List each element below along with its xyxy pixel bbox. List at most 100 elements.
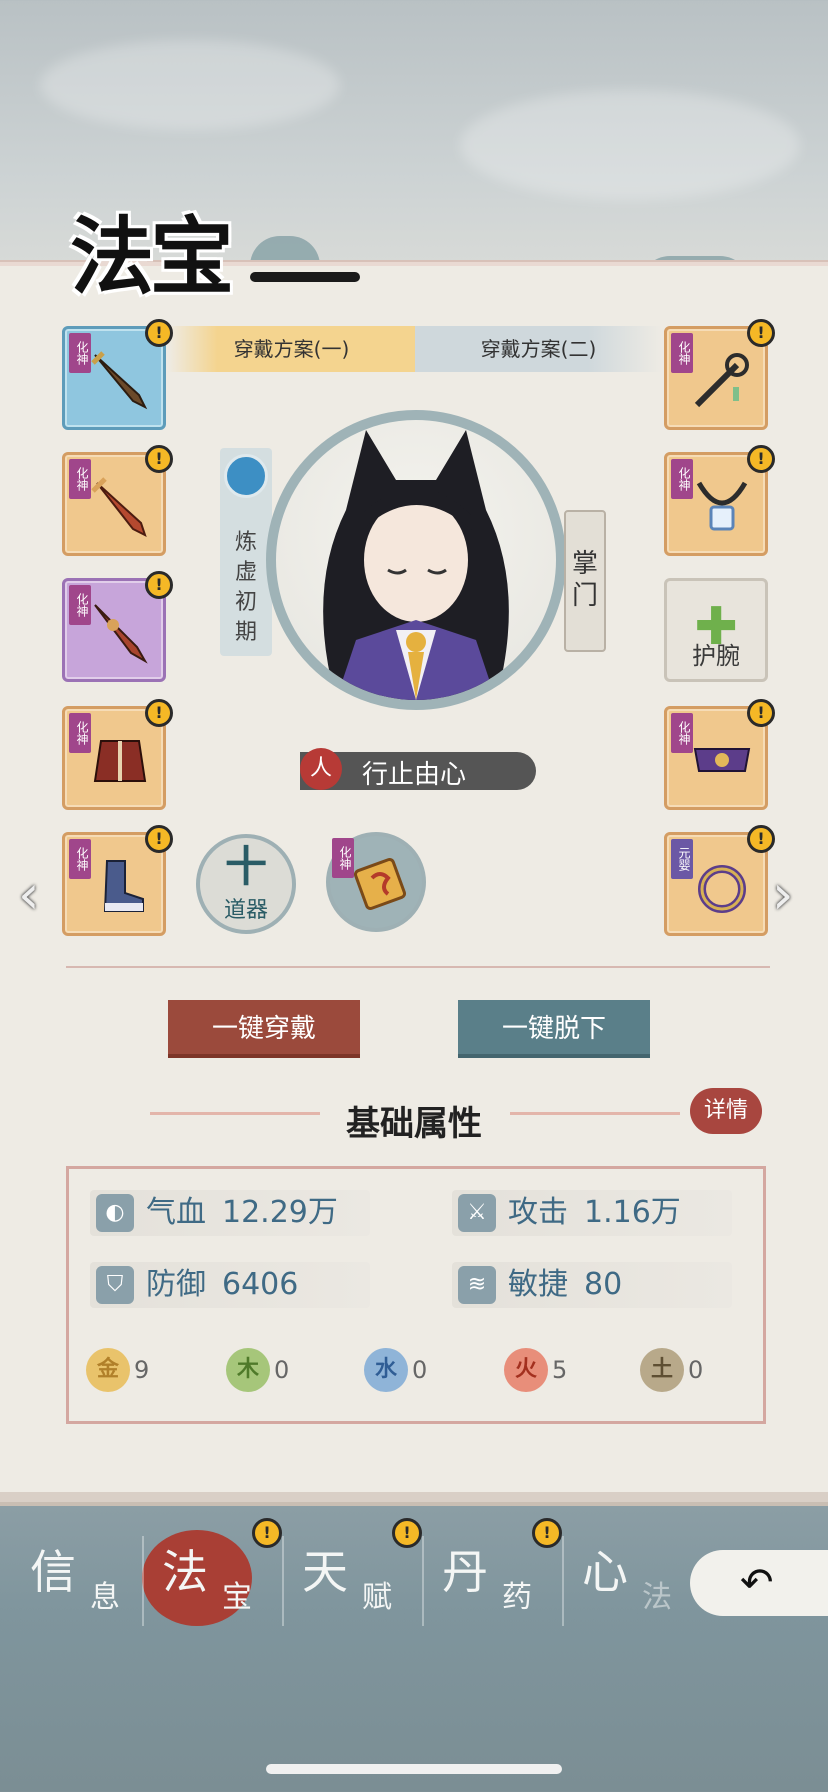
next-page-arrow-icon[interactable]: › xyxy=(772,862,808,928)
details-button[interactable]: 详情 xyxy=(690,1088,762,1134)
unequip-all-button[interactable]: 一键脱下 xyxy=(458,1000,650,1058)
nav-tab-label: 心 xyxy=(582,1545,628,1599)
dagger-icon xyxy=(91,477,147,537)
add-daoqi-button[interactable]: 十 道器 xyxy=(196,834,296,934)
person-icon: 人 xyxy=(300,748,342,790)
talisman-slot[interactable]: 化神 xyxy=(326,832,426,932)
character-avatar xyxy=(323,430,509,700)
nav-separator xyxy=(562,1536,564,1626)
nav-tab-sublabel: 药 xyxy=(502,1580,532,1615)
stat-attack: ⚔ 攻击 1.16万 xyxy=(452,1190,732,1236)
stat-label: 气血 xyxy=(146,1195,206,1230)
nav-tab-label: 天 xyxy=(302,1545,348,1599)
cloud-decoration xyxy=(460,90,800,200)
prev-page-arrow-icon[interactable]: ‹ xyxy=(18,862,54,928)
tab-loadout-2[interactable]: 穿戴方案(二) xyxy=(415,326,662,372)
stat-value: 80 xyxy=(584,1267,623,1302)
stat-value: 1.16万 xyxy=(584,1195,681,1230)
back-button[interactable]: ↶ xyxy=(690,1550,828,1616)
stat-agility: ≋ 敏捷 80 xyxy=(452,1262,732,1308)
nav-separator xyxy=(142,1536,144,1626)
sword-icon xyxy=(91,351,148,410)
equip-slot-ring[interactable]: 元婴 ! xyxy=(664,825,775,936)
necklace-icon xyxy=(696,481,748,531)
belt-icon xyxy=(693,748,751,772)
alert-icon: ! xyxy=(532,1518,562,1548)
back-arrow-icon: ↶ xyxy=(740,1560,774,1606)
nav-tab-label: 法 xyxy=(162,1545,208,1599)
equip-slot-necklace[interactable]: 化神 ! xyxy=(664,445,775,556)
spear-icon xyxy=(94,604,148,664)
home-indicator[interactable] xyxy=(266,1764,562,1774)
equip-slot-blade[interactable]: 化神 ! xyxy=(62,445,173,556)
equip-slot-boots[interactable]: 化神 ! xyxy=(62,825,173,936)
robe-icon xyxy=(93,740,147,782)
metal-icon: 金 xyxy=(86,1348,130,1392)
stat-label: 攻击 xyxy=(508,1195,568,1230)
element-value: 0 xyxy=(412,1356,428,1384)
tab-loadout-1[interactable]: 穿戴方案(一) xyxy=(168,326,415,372)
stat-value: 6406 xyxy=(222,1267,299,1302)
character-portrait[interactable] xyxy=(266,410,566,710)
talisman-icon xyxy=(353,857,407,911)
nav-tab-pills[interactable]: 丹 药 xyxy=(432,1536,552,1615)
element-value: 5 xyxy=(552,1356,568,1384)
equip-slot-bracer-empty[interactable]: ✚ 护腕 xyxy=(664,578,768,682)
alert-icon: ! xyxy=(252,1518,282,1548)
element-water: 水0 xyxy=(364,1348,427,1392)
equip-all-button[interactable]: 一键穿戴 xyxy=(168,1000,360,1058)
stat-hp: ◐ 气血 12.29万 xyxy=(90,1190,370,1236)
nav-tab-sublabel: 息 xyxy=(90,1580,120,1615)
nav-tab-label: 信 xyxy=(30,1545,76,1599)
sect-role-tag: 掌门 xyxy=(564,510,606,652)
page-title: 法宝 xyxy=(70,207,234,306)
nav-tab-treasure[interactable]: 法 宝 xyxy=(152,1536,272,1615)
equip-slot-weapon[interactable]: 化神 ! xyxy=(62,319,173,430)
nav-tab-sublabel: 法 xyxy=(642,1580,672,1615)
hairpin-icon xyxy=(694,353,749,408)
alert-icon: ! xyxy=(145,319,173,347)
motto-text: 行止由心 xyxy=(362,760,467,790)
earth-icon: 土 xyxy=(640,1348,684,1392)
title-brush-stroke xyxy=(250,272,360,282)
wood-icon: 木 xyxy=(226,1348,270,1392)
fire-icon: 火 xyxy=(504,1348,548,1392)
element-value: 0 xyxy=(274,1356,290,1384)
shield-icon: ⛉ xyxy=(96,1266,134,1304)
element-value: 0 xyxy=(688,1356,704,1384)
cultivation-realm: 炼虚初期 xyxy=(220,448,272,656)
loadout-tabs: 穿戴方案(一) 穿戴方案(二) xyxy=(168,326,662,372)
element-wood: 木0 xyxy=(226,1348,289,1392)
attack-icon: ⚔ xyxy=(458,1194,496,1232)
blood-drop-icon: ◐ xyxy=(96,1194,134,1232)
alert-icon: ! xyxy=(145,445,173,473)
nav-tab-info[interactable]: 信 息 xyxy=(20,1536,140,1615)
alert-icon: ! xyxy=(145,571,173,599)
plus-icon: 十 xyxy=(224,842,267,891)
nav-tab-talent[interactable]: 天 赋 xyxy=(292,1536,412,1615)
stat-defense: ⛉ 防御 6406 xyxy=(90,1262,370,1308)
water-icon: 水 xyxy=(364,1348,408,1392)
nav-separator xyxy=(422,1536,424,1626)
boots-icon xyxy=(103,860,144,912)
nav-tab-label: 丹 xyxy=(442,1545,488,1599)
element-fire: 火5 xyxy=(504,1348,567,1392)
equip-slot-spear[interactable]: 化神 ! xyxy=(62,571,173,682)
slot-label: 护腕 xyxy=(692,642,740,670)
realm-label: 炼虚初期 xyxy=(234,530,257,645)
sect-role-label: 掌门 xyxy=(571,549,598,611)
daoqi-label: 道器 xyxy=(223,898,268,923)
nav-tab-mind-method[interactable]: 心 法 xyxy=(572,1536,692,1615)
equip-slot-hairpin[interactable]: 化神 ! xyxy=(664,319,775,430)
swirl-icon xyxy=(224,454,268,498)
element-metal: 金9 xyxy=(86,1348,149,1392)
stat-value: 12.29万 xyxy=(222,1195,338,1230)
cloud-decoration xyxy=(40,40,340,130)
equip-slot-belt[interactable]: 化神 ! xyxy=(664,699,775,810)
alert-icon: ! xyxy=(747,699,775,727)
stat-label: 防御 xyxy=(146,1267,206,1302)
equip-slot-armor[interactable]: 化神 ! xyxy=(62,699,173,810)
alert-icon: ! xyxy=(145,699,173,727)
alert-icon: ! xyxy=(747,445,775,473)
element-earth: 土0 xyxy=(640,1348,703,1392)
